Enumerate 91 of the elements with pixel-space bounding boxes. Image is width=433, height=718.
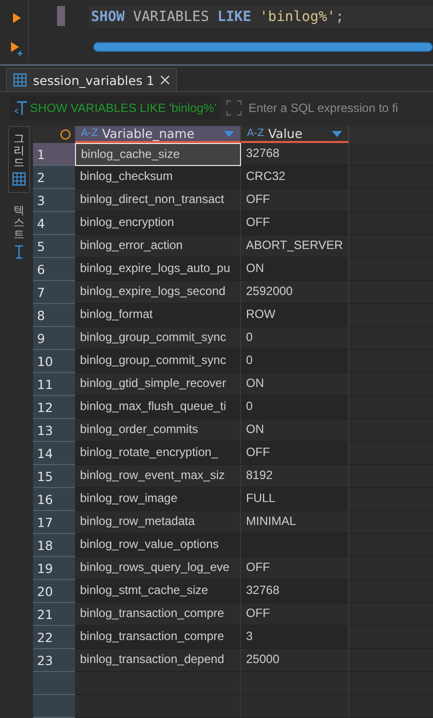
column-title: Value bbox=[268, 126, 302, 141]
row-number[interactable]: 15 bbox=[33, 465, 75, 488]
table-cell: binlog_row_event_max_siz bbox=[75, 465, 241, 488]
horizontal-scrollbar[interactable] bbox=[93, 42, 433, 52]
table-cell: 25000 bbox=[241, 649, 349, 672]
table-cell: binlog_rotate_encryption_ bbox=[75, 442, 241, 465]
table-cell: binlog_group_commit_sync bbox=[75, 327, 241, 350]
table-cell: OFF bbox=[241, 189, 349, 212]
text-cursor-icon bbox=[14, 100, 28, 116]
query-text: SHOW VARIABLES LIKE 'binlog%' bbox=[10, 96, 220, 120]
grid-icon bbox=[13, 73, 27, 87]
table-cell: 8192 bbox=[241, 465, 349, 488]
table-cell: binlog_max_flush_queue_ti bbox=[75, 396, 241, 419]
column-header[interactable]: A-Z Value bbox=[241, 126, 349, 143]
row-number[interactable]: 10 bbox=[33, 350, 75, 373]
run-new-tab-icon[interactable] bbox=[10, 42, 24, 56]
result-tab[interactable]: session_variables 1 bbox=[6, 68, 178, 91]
table-cell: 32768 bbox=[241, 580, 349, 603]
circle-icon bbox=[60, 129, 71, 140]
table-cell: OFF bbox=[241, 212, 349, 235]
view-mode-tab[interactable]: 텍스트 bbox=[8, 199, 30, 265]
row-number[interactable]: 5 bbox=[33, 235, 75, 258]
row-number[interactable]: 22 bbox=[33, 626, 75, 649]
row-number[interactable]: 2 bbox=[33, 166, 75, 189]
table-cell: FULL bbox=[241, 488, 349, 511]
column-title: Variable_name bbox=[102, 126, 194, 141]
table-cell: binlog_transaction_compre bbox=[75, 603, 241, 626]
view-mode-tab[interactable]: 그리드 bbox=[8, 126, 30, 194]
table-cell: binlog_row_metadata bbox=[75, 511, 241, 534]
row-number[interactable]: 13 bbox=[33, 419, 75, 442]
table-cell: ROW bbox=[241, 304, 349, 327]
table-cell: binlog_rows_query_log_eve bbox=[75, 557, 241, 580]
table-cell: 0 bbox=[241, 327, 349, 350]
table-cell: 0 bbox=[241, 350, 349, 373]
table-cell: binlog_group_commit_sync bbox=[75, 350, 241, 373]
table-cell: CRC32 bbox=[241, 166, 349, 189]
row-number[interactable]: 11 bbox=[33, 373, 75, 396]
table-cell: binlog_row_value_options bbox=[75, 534, 241, 557]
table-cell: ABORT_SERVER bbox=[241, 235, 349, 258]
row-number[interactable]: 1 bbox=[33, 143, 75, 166]
row-number[interactable]: 18 bbox=[33, 534, 75, 557]
table-cell: binlog_transaction_compre bbox=[75, 626, 241, 649]
table-cell: binlog_error_action bbox=[75, 235, 241, 258]
row-number[interactable]: 4 bbox=[33, 212, 75, 235]
table-cell: binlog_checksum bbox=[75, 166, 241, 189]
table-cell: ON bbox=[241, 419, 349, 442]
row-number[interactable]: 3 bbox=[33, 189, 75, 212]
table-cell: binlog_gtid_simple_recover bbox=[75, 373, 241, 396]
text-cursor-icon bbox=[14, 244, 24, 259]
table-cell: binlog_stmt_cache_size bbox=[75, 580, 241, 603]
table-cell: ON bbox=[241, 373, 349, 396]
table-cell: 3 bbox=[241, 626, 349, 649]
table-cell: binlog_order_commits bbox=[75, 419, 241, 442]
table-cell: OFF bbox=[241, 603, 349, 626]
table-cell: binlog_expire_logs_second bbox=[75, 281, 241, 304]
run-icon[interactable] bbox=[12, 12, 22, 24]
row-number[interactable]: 6 bbox=[33, 258, 75, 281]
table-cell: binlog_cache_size bbox=[75, 143, 241, 166]
table-cell: 0 bbox=[241, 396, 349, 419]
table-cell: ON bbox=[241, 258, 349, 281]
sort-arrow-icon[interactable] bbox=[224, 130, 234, 136]
table-cell: binlog_format bbox=[75, 304, 241, 327]
row-number[interactable]: 7 bbox=[33, 281, 75, 304]
table-cell: 32768 bbox=[241, 143, 349, 166]
row-number[interactable]: 16 bbox=[33, 488, 75, 511]
filter-input[interactable]: Enter a SQL expression to fi bbox=[248, 101, 433, 115]
row-number[interactable]: 9 bbox=[33, 327, 75, 350]
close-icon[interactable] bbox=[160, 75, 170, 85]
table-cell: binlog_expire_logs_auto_pu bbox=[75, 258, 241, 281]
table-cell: OFF bbox=[241, 557, 349, 580]
type-label: A-Z bbox=[81, 128, 98, 139]
table-cell: OFF bbox=[241, 442, 349, 465]
column-header[interactable]: A-Z Variable_name bbox=[75, 126, 241, 143]
row-number[interactable]: 14 bbox=[33, 442, 75, 465]
row-number[interactable]: 19 bbox=[33, 557, 75, 580]
table-cell: 2592000 bbox=[241, 281, 349, 304]
type-label: A-Z bbox=[247, 128, 264, 139]
row-number[interactable]: 23 bbox=[33, 649, 75, 672]
table-cell: binlog_transaction_depend bbox=[75, 649, 241, 672]
expand-icon[interactable] bbox=[226, 100, 242, 116]
row-number[interactable]: 21 bbox=[33, 603, 75, 626]
grid-icon bbox=[12, 172, 26, 186]
table-cell: binlog_direct_non_transact bbox=[75, 189, 241, 212]
row-number[interactable]: 8 bbox=[33, 304, 75, 327]
sort-arrow-icon[interactable] bbox=[332, 130, 342, 136]
row-number[interactable]: 12 bbox=[33, 396, 75, 419]
table-cell: binlog_row_image bbox=[75, 488, 241, 511]
row-number[interactable]: 17 bbox=[33, 511, 75, 534]
row-number[interactable]: 20 bbox=[33, 580, 75, 603]
table-cell: MINIMAL bbox=[241, 511, 349, 534]
table-cell: binlog_encryption bbox=[75, 212, 241, 235]
